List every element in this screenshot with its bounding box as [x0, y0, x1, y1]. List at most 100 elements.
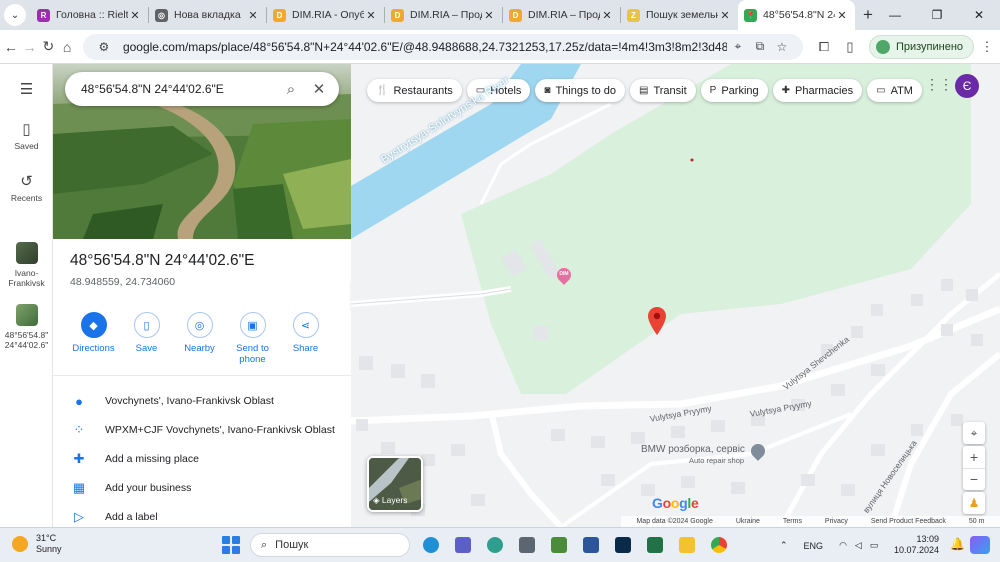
info-row[interactable]: ▷ Add a label	[53, 504, 351, 527]
wifi-icon[interactable]: ◠	[839, 540, 847, 551]
place-hero-photo[interactable]: ⌕ ✕	[53, 64, 351, 239]
info-row[interactable]: ● Vovchynets', Ivano-Frankivsk Oblast	[53, 388, 351, 414]
attribution-item[interactable]: Privacy	[825, 518, 848, 525]
info-row-text: Add a label	[105, 511, 158, 523]
chrome-icon[interactable]	[706, 533, 732, 557]
location-icon[interactable]: ⌖	[727, 39, 749, 54]
globe-icon[interactable]	[482, 533, 508, 557]
volume-icon[interactable]: ◁	[855, 540, 862, 551]
recent-place-coordinates[interactable]: 48°56'54.8" 24°44'02.6"	[0, 304, 53, 350]
browser-tab[interactable]: R Головна :: Rielto ✕	[31, 0, 148, 30]
search-box[interactable]: ⌕ ✕	[65, 72, 339, 106]
menu-icon[interactable]: ☰	[0, 80, 53, 101]
attribution-item[interactable]: 50 m	[969, 518, 985, 525]
browser-tab[interactable]: Z Пошук земельн ✕	[621, 0, 738, 30]
maximize-icon[interactable]: ❐	[916, 0, 958, 30]
business-name[interactable]: BMW розборка, сервіс	[641, 444, 745, 455]
language-indicator[interactable]: ENG	[804, 541, 824, 551]
notification-bell-icon[interactable]: 🔔	[950, 537, 965, 551]
browser-tab[interactable]: D DIM.RIA - Опубл ✕	[267, 0, 384, 30]
home-icon[interactable]: ⌂	[59, 34, 75, 60]
attribution-item[interactable]: Send Product Feedback	[871, 518, 946, 525]
attribution-item[interactable]: Ukraine	[736, 518, 760, 525]
saved-button[interactable]: ▯ Saved	[0, 120, 53, 151]
site-info-icon[interactable]: ⚙	[93, 40, 115, 54]
action-send-to-phone-button[interactable]: ▣ Send to phone	[226, 312, 279, 365]
chip-icon: P	[709, 85, 717, 96]
edge-icon[interactable]	[418, 533, 444, 557]
side-panel-icon[interactable]: ▯	[837, 39, 863, 55]
browser-tab[interactable]: 📍 48°56'54.8"N 24 ✕	[738, 0, 855, 30]
clock[interactable]: 13:09 10.07.2024	[894, 534, 939, 556]
system-tray: ⌃ ENG ◠ ◁ ▭	[780, 528, 878, 562]
action-share-button[interactable]: ⋖ Share	[279, 312, 332, 365]
tab-close-icon[interactable]: ✕	[364, 9, 378, 22]
place-coordinates[interactable]: 48.948559, 24.734060	[70, 276, 175, 288]
attribution-item[interactable]: Terms	[783, 518, 802, 525]
browser-tab[interactable]: ◎ Нова вкладка ✕	[149, 0, 266, 30]
copilot-icon[interactable]	[970, 536, 990, 554]
info-row[interactable]: ✚ Add a missing place	[53, 446, 351, 472]
calculator-icon[interactable]	[514, 533, 540, 557]
map-app-icon[interactable]	[546, 533, 572, 557]
extensions-icon[interactable]: ⧠	[811, 39, 837, 55]
account-avatar[interactable]: Є	[955, 74, 979, 98]
chip-atm[interactable]: ▭ ATM	[867, 79, 922, 102]
forward-icon[interactable]: →	[22, 34, 38, 60]
file-explorer-icon[interactable]	[674, 533, 700, 557]
search-icon: ⌕	[261, 538, 268, 551]
tab-search-icon[interactable]: ⌄	[4, 4, 26, 26]
chip-parking[interactable]: P Parking	[700, 79, 768, 102]
tab-close-icon[interactable]: ✕	[246, 9, 260, 22]
chip-pharmacies[interactable]: ✚ Pharmacies	[772, 79, 863, 102]
share-icon: ⋖	[292, 312, 319, 338]
chip-things-to-do[interactable]: ◙ Things to do	[535, 79, 625, 102]
recents-button[interactable]: ↺ Recents	[0, 172, 53, 203]
browser-tab[interactable]: D DIM.RIA – Прод ✕	[503, 0, 620, 30]
browser-tab[interactable]: D DIM.RIA – Прод ✕	[385, 0, 502, 30]
search-input[interactable]	[81, 82, 277, 96]
tab-close-icon[interactable]: ✕	[718, 9, 732, 22]
pegman-icon[interactable]: ♟	[963, 492, 985, 514]
bookmark-star-icon[interactable]: ☆	[771, 40, 793, 54]
close-icon[interactable]: ✕	[305, 75, 333, 103]
action-directions-button[interactable]: ◆ Directions	[67, 312, 120, 365]
google-apps-icon[interactable]: ⋮⋮	[925, 76, 953, 98]
close-window-icon[interactable]: ✕	[958, 0, 1000, 30]
location-pin-icon[interactable]	[648, 307, 666, 335]
zoom-out-icon[interactable]: −	[963, 468, 985, 490]
tray-chevron-icon[interactable]: ⌃	[780, 540, 788, 551]
reload-icon[interactable]: ↻	[40, 34, 56, 60]
info-row[interactable]: ⁘ WPXM+CJF Vovchynets', Ivano-Frankivsk O…	[53, 417, 351, 443]
action-save-button[interactable]: ▯ Save	[120, 312, 173, 365]
weather-widget[interactable]: 31°C Sunny	[12, 533, 62, 555]
my-location-icon[interactable]: ⌖	[963, 422, 985, 444]
teams-icon[interactable]	[450, 533, 476, 557]
minimize-icon[interactable]: —	[874, 0, 916, 30]
word-icon[interactable]	[578, 533, 604, 557]
layers-button[interactable]: ◈ Layers	[367, 456, 423, 512]
map-canvas[interactable]: 🍴 Restaurants ▭ Hotels ◙ Things to do ▤ Transit…	[351, 64, 1000, 527]
photoshop-icon[interactable]	[610, 533, 636, 557]
info-row[interactable]: ▦ Add your business	[53, 475, 351, 501]
windows-start-icon[interactable]	[222, 536, 240, 554]
action-nearby-button[interactable]: ◎ Nearby	[173, 312, 226, 365]
tab-close-icon[interactable]: ✕	[600, 9, 614, 22]
install-app-icon[interactable]: ⧉	[749, 39, 771, 54]
chip-transit[interactable]: ▤ Transit	[630, 79, 696, 102]
browser-menu-icon[interactable]: ⋮	[974, 39, 1000, 55]
taskbar-search[interactable]: ⌕ Пошук	[250, 533, 410, 557]
search-icon[interactable]: ⌕	[277, 75, 305, 103]
tab-close-icon[interactable]: ✕	[835, 9, 849, 22]
zoom-in-icon[interactable]: +	[963, 446, 985, 468]
tab-close-icon[interactable]: ✕	[482, 9, 496, 22]
chip-restaurants[interactable]: 🍴 Restaurants	[367, 79, 462, 102]
battery-icon[interactable]: ▭	[870, 540, 879, 551]
tab-close-icon[interactable]: ✕	[128, 9, 142, 22]
profile-button[interactable]: Призупинено	[868, 34, 975, 59]
recent-place-ivano-frankivsk[interactable]: Ivano- Frankivsk	[0, 242, 53, 288]
back-icon[interactable]: ←	[3, 34, 19, 60]
address-url[interactable]: google.com/maps/place/48°56'54.8"N+24°44…	[123, 40, 727, 54]
excel-icon[interactable]	[642, 533, 668, 557]
address-bar[interactable]: ⚙ google.com/maps/place/48°56'54.8"N+24°…	[82, 33, 803, 60]
